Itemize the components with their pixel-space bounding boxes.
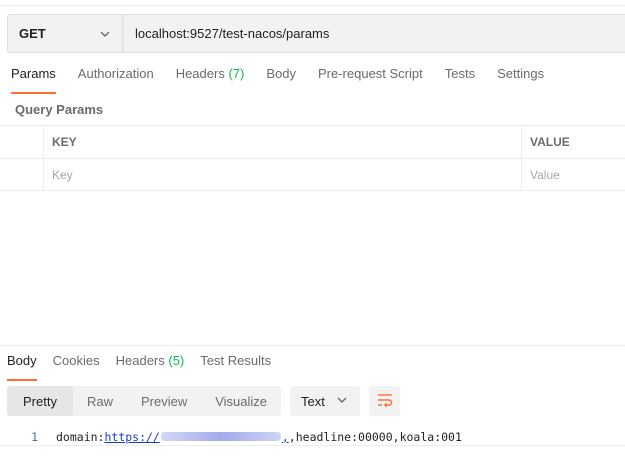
response-headers-count: (5) <box>168 353 185 368</box>
wrap-lines-button[interactable] <box>369 386 401 416</box>
response-tab-test-results[interactable]: Test Results <box>192 353 279 377</box>
query-params-title: Query Params <box>15 102 104 117</box>
method-select[interactable]: GET <box>7 14 123 53</box>
request-tabs: Params Authorization Headers (7) Body Pr… <box>0 66 555 94</box>
key-column-header: KEY <box>44 126 522 158</box>
response-body-line: 1 domain: https://, ,headline:00000,koal… <box>0 428 625 446</box>
format-label: Text <box>301 393 325 409</box>
chevron-down-icon <box>336 394 348 409</box>
response-tab-cookies[interactable]: Cookies <box>45 353 108 377</box>
body-prefix: domain: <box>56 429 105 444</box>
tab-settings[interactable]: Settings <box>486 66 555 90</box>
tab-authorization[interactable]: Authorization <box>67 66 165 90</box>
format-select[interactable]: Text <box>290 386 361 416</box>
tab-body[interactable]: Body <box>255 66 307 90</box>
view-raw-button[interactable]: Raw <box>73 386 127 416</box>
body-suffix: ,headline:00000,koala:001 <box>288 429 462 444</box>
response-divider[interactable] <box>0 345 625 346</box>
view-preview-button[interactable]: Preview <box>127 386 201 416</box>
view-visualize-button[interactable]: Visualize <box>201 386 281 416</box>
value-column-header: VALUE <box>530 135 570 149</box>
tab-tests[interactable]: Tests <box>434 66 486 90</box>
headers-count: (7) <box>228 66 245 81</box>
tab-headers[interactable]: Headers (7) <box>165 66 256 90</box>
params-header-row: KEY VALUE <box>0 125 625 158</box>
response-view-bar: Pretty Raw Preview Visualize Text <box>7 386 401 416</box>
top-strip <box>0 0 625 6</box>
key-input[interactable]: Key <box>44 159 522 190</box>
wrap-lines-icon <box>377 393 393 410</box>
body-link[interactable]: https://, <box>104 430 288 444</box>
view-pretty-button[interactable]: Pretty <box>7 386 73 416</box>
view-mode-segment: Pretty Raw Preview Visualize <box>7 386 282 416</box>
params-input-row: Key Value <box>0 158 625 191</box>
response-tabs: Body Cookies Headers (5) Test Results <box>0 353 279 381</box>
response-body-text: domain: https://, ,headline:00000,koala:… <box>44 430 462 444</box>
postman-window: GET localhost:9527/test-nacos/params Par… <box>0 0 625 476</box>
redacted-blur <box>160 431 281 441</box>
method-label: GET <box>19 26 46 41</box>
header-check-cell <box>0 126 44 158</box>
tab-pre-request-script[interactable]: Pre-request Script <box>307 66 434 90</box>
row-check-cell <box>0 159 44 190</box>
request-bar: GET localhost:9527/test-nacos/params <box>7 14 625 53</box>
response-tab-body[interactable]: Body <box>0 353 45 381</box>
url-text: localhost:9527/test-nacos/params <box>135 26 330 41</box>
url-input[interactable]: localhost:9527/test-nacos/params <box>123 14 625 53</box>
response-tab-headers[interactable]: Headers (5) <box>108 353 193 377</box>
tab-params[interactable]: Params <box>0 66 67 94</box>
params-table: KEY VALUE Key Value <box>0 125 625 191</box>
value-input[interactable]: Value <box>522 159 625 190</box>
line-number: 1 <box>31 429 38 444</box>
chevron-down-icon <box>99 28 111 40</box>
